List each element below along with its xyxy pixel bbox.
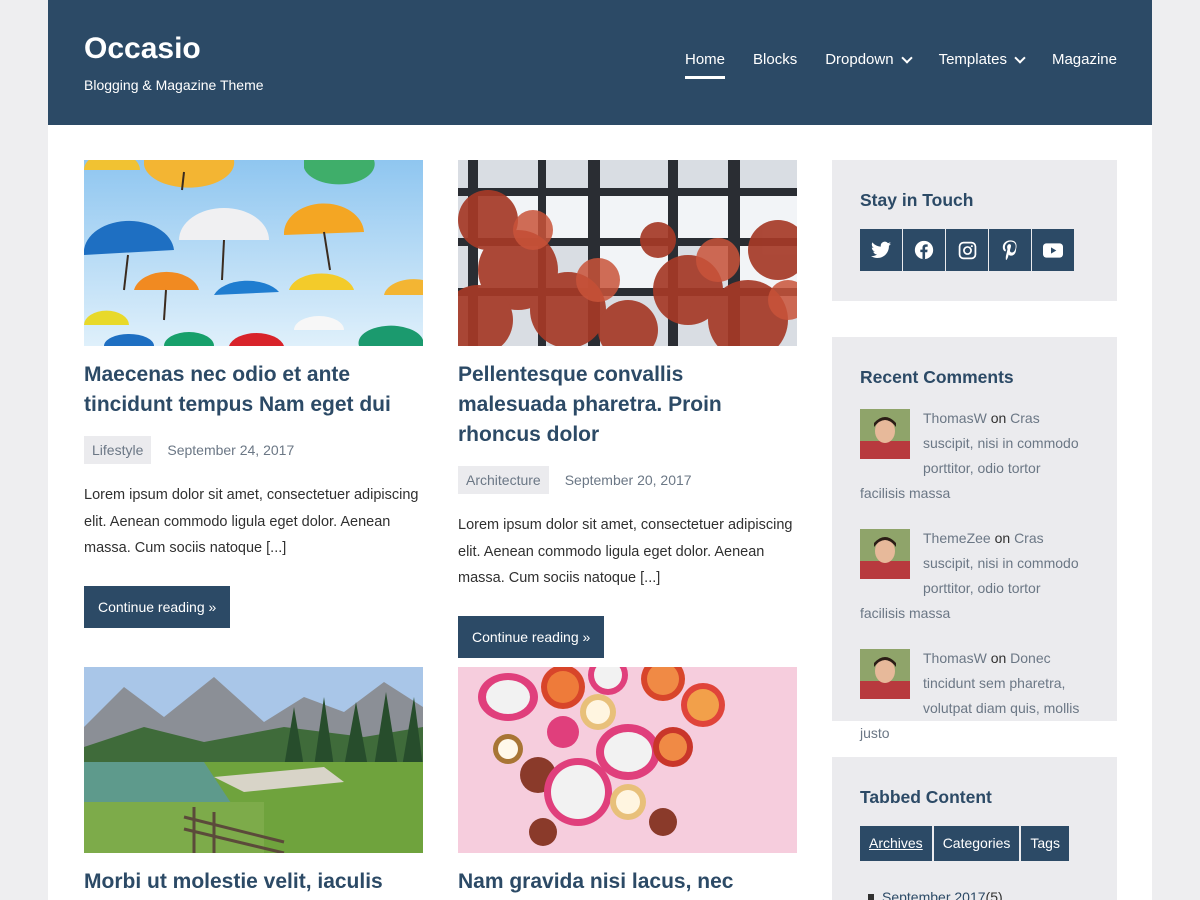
widget-title: Tabbed Content	[860, 787, 992, 807]
post-card: Pellentesque convallis malesuada pharetr…	[458, 160, 797, 658]
social-icons	[860, 229, 1089, 271]
tab-tags[interactable]: Tags	[1021, 826, 1069, 861]
nav-item-templates[interactable]: Templates	[938, 51, 1026, 79]
main-navigation: Home Blocks Dropdown Templates Magazine	[685, 51, 1117, 79]
tab-categories[interactable]: Categories	[933, 826, 1020, 861]
post-excerpt: Lorem ipsum dolor sit amet, consectetuer…	[458, 517, 793, 586]
nav-item-magazine[interactable]: Magazine	[1052, 51, 1117, 79]
widget-recent-comments: Recent Comments ThomasW on Cras suscipit…	[832, 337, 1117, 741]
post-card: Nam gravida nisi lacus, nec	[458, 667, 797, 897]
twitter-icon[interactable]	[860, 229, 902, 271]
post-date[interactable]: September 20, 2017	[565, 472, 692, 488]
comment-on-text: on	[990, 410, 1007, 426]
post-meta: Lifestyle September 24, 2017	[84, 436, 423, 464]
comment-item: ThomasW on Donec tincidunt sem pharetra,…	[860, 646, 1089, 746]
post-thumbnail-fruit[interactable]	[458, 667, 797, 853]
facebook-icon[interactable]	[903, 229, 945, 271]
comment-on-text: on	[990, 650, 1007, 666]
page: Occasio Blogging & Magazine Theme Home B…	[48, 0, 1152, 900]
chevron-down-icon	[900, 52, 913, 64]
tab-archives[interactable]: Archives	[860, 826, 932, 861]
nav-item-home-label: Home	[685, 51, 726, 68]
bullet-icon	[868, 894, 874, 900]
post-date[interactable]: September 24, 2017	[167, 442, 294, 458]
category-badge[interactable]: Lifestyle	[84, 436, 152, 464]
comment-author[interactable]: ThomasW	[923, 650, 987, 666]
avatar	[860, 529, 910, 579]
avatar	[860, 649, 910, 699]
post-meta: Architecture September 20, 2017	[458, 466, 797, 494]
nav-item-dropdown-label: Dropdown	[825, 51, 894, 68]
widget-stay-in-touch: Stay in Touch	[832, 160, 1117, 301]
comment-item: ThemeZee on Cras suscipit, nisi in commo…	[860, 526, 1089, 626]
comment-author[interactable]: ThomasW	[923, 410, 987, 426]
post-title[interactable]: Pellentesque convallis malesuada pharetr…	[458, 360, 797, 450]
nav-item-dropdown[interactable]: Dropdown	[825, 51, 913, 79]
post-title[interactable]: Morbi ut molestie velit, iaculis	[84, 867, 423, 897]
nav-item-blocks[interactable]: Blocks	[753, 51, 797, 79]
archive-list-item: September 2017 (5)	[860, 889, 1089, 900]
category-badge[interactable]: Architecture	[458, 466, 549, 494]
widget-title: Stay in Touch	[860, 190, 974, 210]
nav-item-home[interactable]: Home	[685, 51, 726, 79]
site-header: Occasio Blogging & Magazine Theme Home B…	[48, 0, 1152, 125]
archive-link[interactable]: September 2017	[882, 889, 986, 900]
post-card: Maecenas nec odio et ante tincidunt temp…	[84, 160, 423, 628]
continue-reading-button[interactable]: Continue reading »	[84, 585, 231, 628]
youtube-icon[interactable]	[1032, 229, 1074, 271]
nav-item-blocks-label: Blocks	[753, 51, 798, 68]
post-thumbnail-lake[interactable]	[84, 667, 423, 853]
post-thumbnail-building[interactable]	[458, 160, 797, 346]
widget-tabbed-content: Tabbed Content Archives Categories Tags …	[832, 757, 1117, 900]
comment-author[interactable]: ThemeZee	[923, 530, 991, 546]
site-title[interactable]: Occasio	[84, 32, 201, 66]
post-title[interactable]: Maecenas nec odio et ante tincidunt temp…	[84, 360, 423, 420]
tab-bar: Archives Categories Tags	[860, 826, 1089, 861]
post-excerpt: Lorem ipsum dolor sit amet, consectetuer…	[84, 487, 419, 556]
widget-title: Recent Comments	[860, 367, 1014, 387]
nav-item-magazine-label: Magazine	[1051, 51, 1117, 68]
chevron-down-icon	[1014, 52, 1026, 64]
comment-on-text: on	[994, 530, 1011, 546]
post-thumbnail-umbrellas[interactable]	[84, 160, 423, 346]
comment-item: ThomasW on Cras suscipit, nisi in commod…	[860, 406, 1089, 506]
site-description: Blogging & Magazine Theme	[84, 77, 264, 93]
post-title[interactable]: Nam gravida nisi lacus, nec	[458, 867, 797, 897]
archive-count: (5)	[985, 889, 1003, 900]
pinterest-icon[interactable]	[989, 229, 1031, 271]
continue-reading-button[interactable]: Continue reading »	[458, 615, 605, 658]
instagram-icon[interactable]	[946, 229, 988, 271]
post-card: Morbi ut molestie velit, iaculis	[84, 667, 423, 897]
avatar	[860, 409, 910, 459]
nav-item-templates-label: Templates	[938, 51, 1007, 68]
